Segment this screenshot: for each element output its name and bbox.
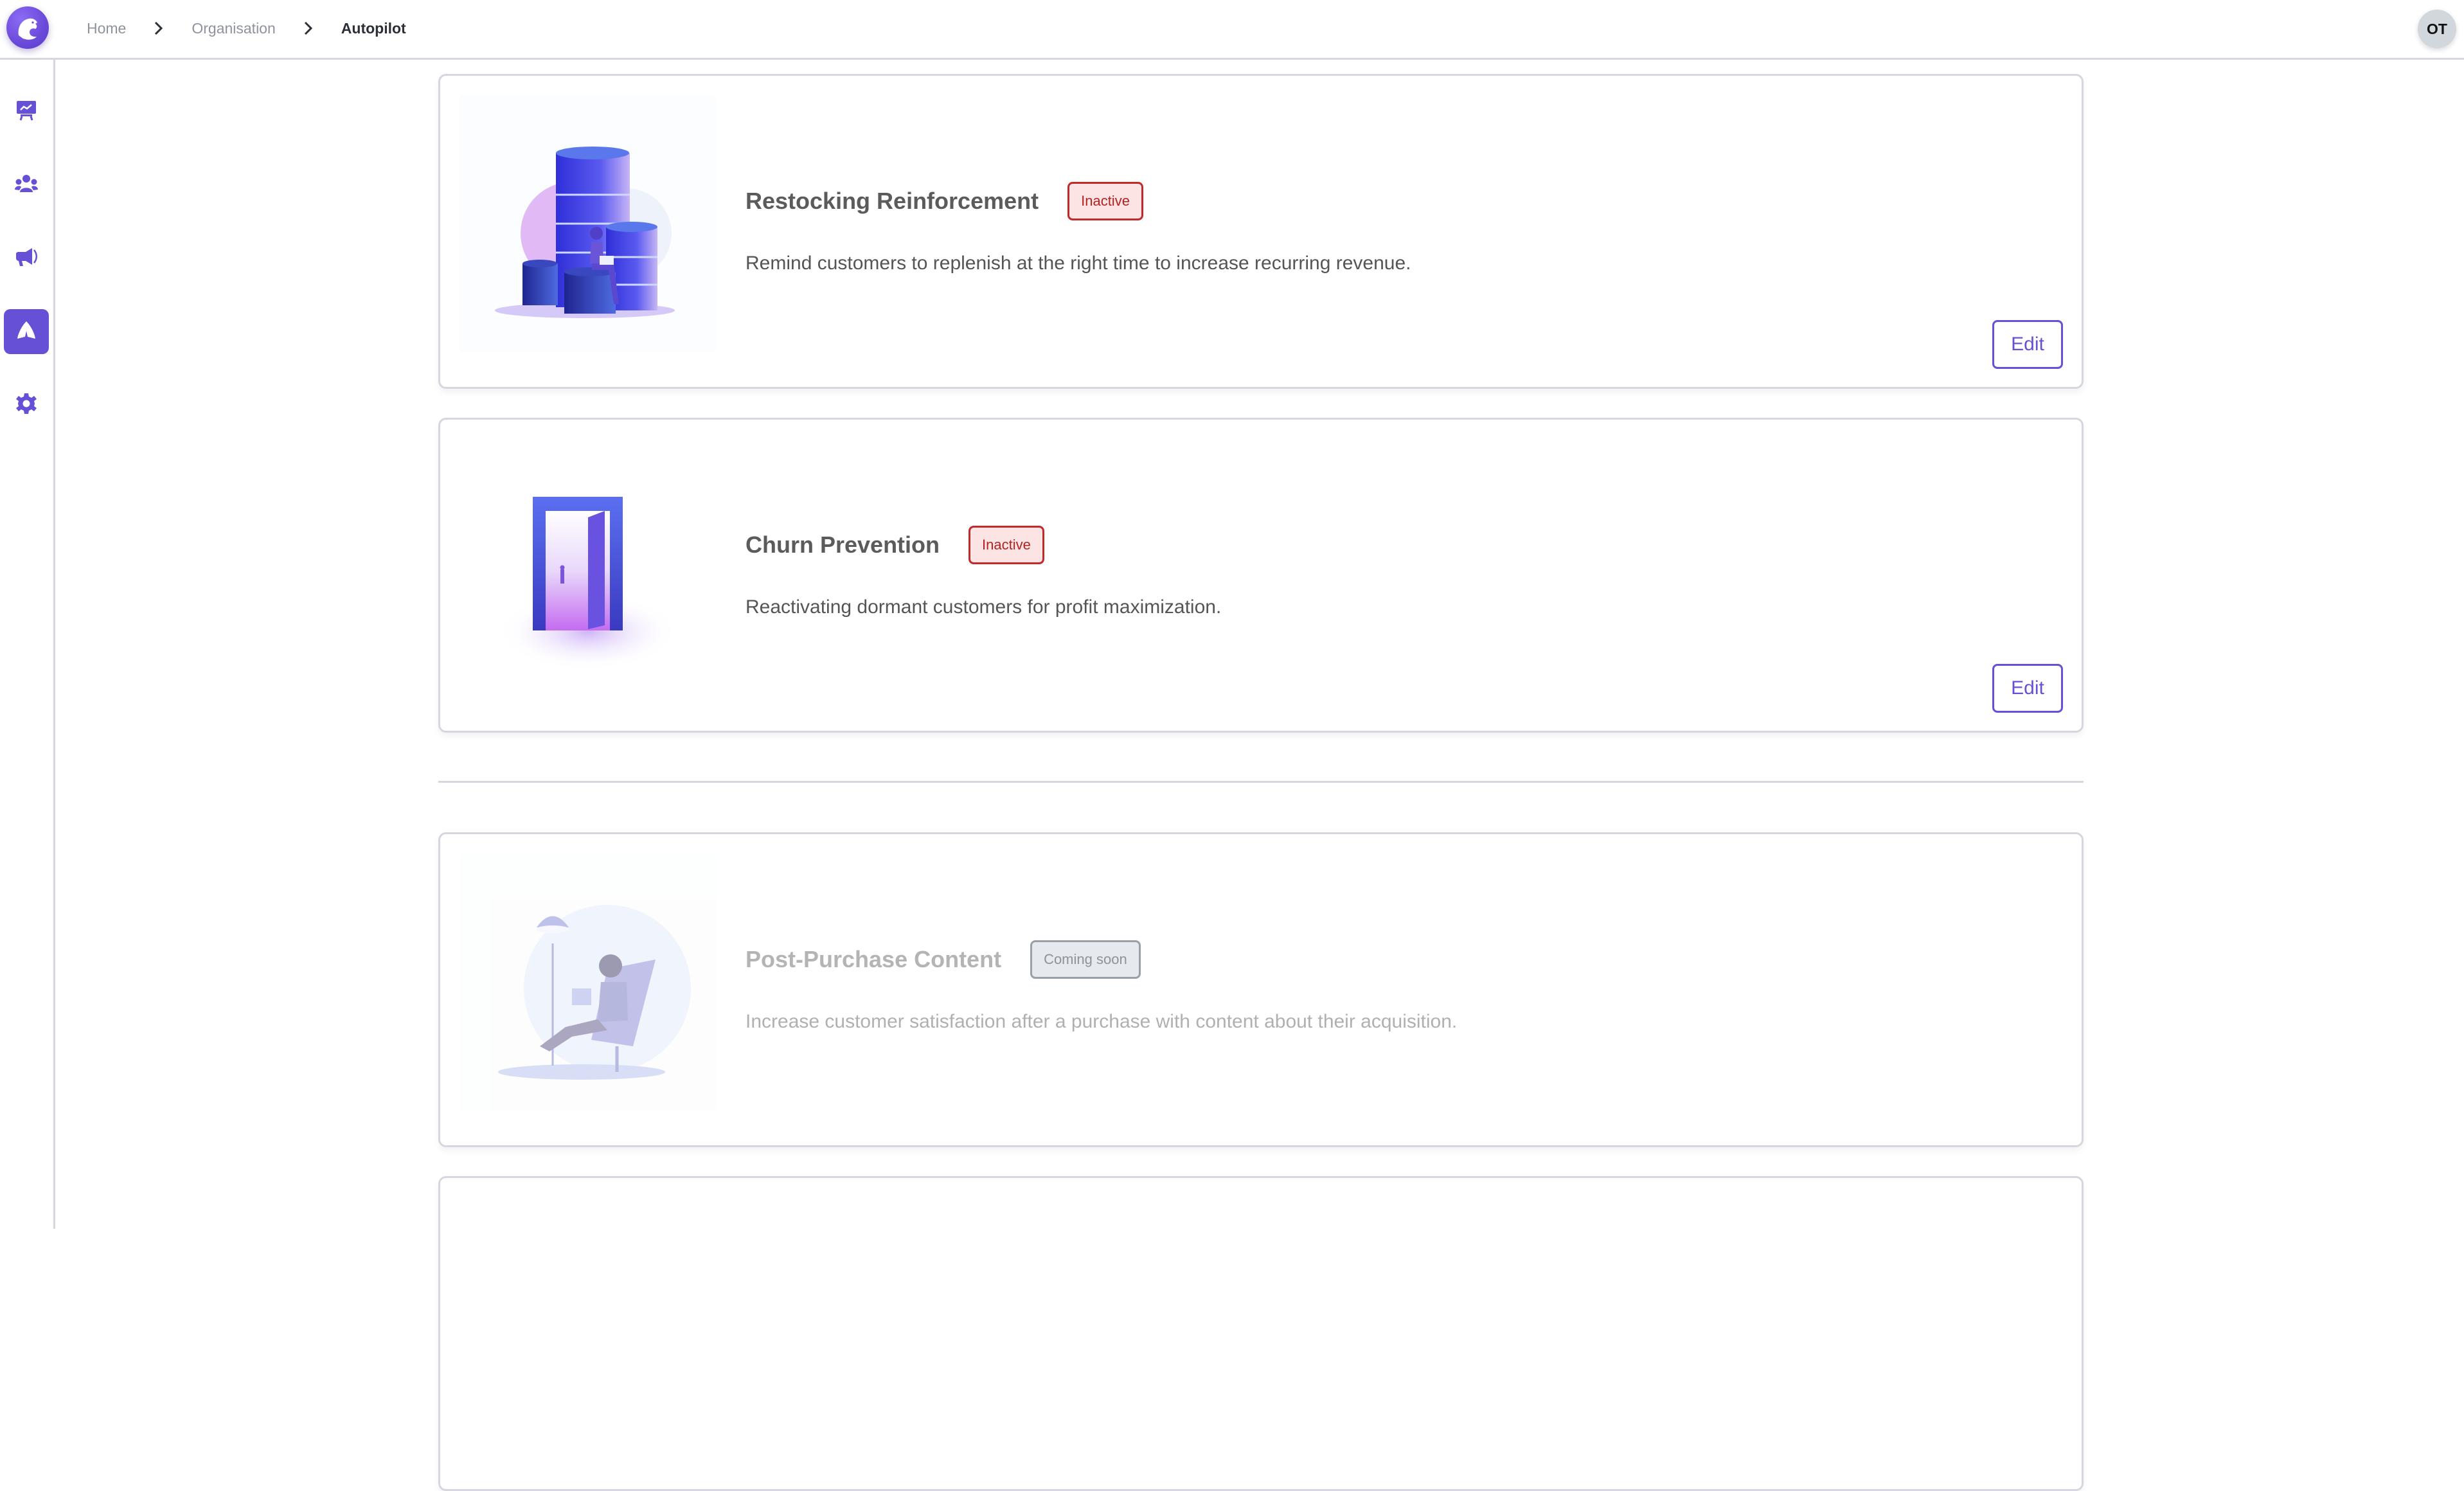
- sidebar-item-autopilot[interactable]: [4, 309, 49, 354]
- sidebar-item-customers[interactable]: [4, 163, 49, 208]
- edit-button[interactable]: Edit: [1992, 320, 2063, 369]
- top-bar: Home Organisation Autopilot OT: [0, 0, 2464, 60]
- reading-chair-illustration: [460, 853, 717, 1111]
- breadcrumb-organisation[interactable]: Organisation: [192, 20, 275, 37]
- autopilot-icon: [15, 319, 37, 344]
- status-badge: Inactive: [1067, 182, 1143, 220]
- chevron-right-icon: [301, 21, 316, 35]
- sidebar-item-campaigns[interactable]: [4, 236, 49, 281]
- card-title-row: Post-Purchase Content Coming soon: [745, 940, 1141, 979]
- autopilot-card-partial: [438, 1176, 2084, 1491]
- autopilot-card-restocking: Restocking Reinforcement Inactive Remind…: [438, 74, 2084, 389]
- gear-icon: [15, 392, 38, 418]
- databases-illustration: [460, 95, 717, 352]
- card-title-row: Churn Prevention Inactive: [745, 526, 1044, 564]
- breadcrumb-autopilot: Autopilot: [341, 19, 406, 37]
- breadcrumb: Home Organisation Autopilot: [87, 18, 406, 39]
- sidebar-item-settings[interactable]: [4, 382, 49, 427]
- users-group-icon: [14, 173, 39, 198]
- presentation-chart-icon: [15, 99, 38, 125]
- chevron-right-icon: [152, 21, 166, 35]
- card-title-row: Restocking Reinforcement Inactive: [745, 182, 1143, 220]
- eagle-logo-icon[interactable]: [6, 6, 49, 49]
- sidebar: [0, 60, 55, 1229]
- open-door-illustration: [460, 439, 717, 696]
- card-title: Restocking Reinforcement: [745, 188, 1039, 214]
- card-description: Remind customers to replenish at the rig…: [745, 253, 1411, 274]
- card-description: Increase customer satisfaction after a p…: [745, 1011, 1458, 1032]
- status-badge: Inactive: [969, 526, 1044, 564]
- status-badge: Coming soon: [1030, 940, 1141, 979]
- breadcrumb-home[interactable]: Home: [87, 20, 126, 37]
- card-title: Post-Purchase Content: [745, 946, 1002, 972]
- avatar[interactable]: OT: [2418, 10, 2456, 48]
- edit-button[interactable]: Edit: [1992, 664, 2063, 713]
- autopilot-card-churn: Churn Prevention Inactive Reactivating d…: [438, 418, 2084, 733]
- section-divider: [438, 781, 2084, 783]
- sidebar-item-dashboard[interactable]: [4, 89, 49, 134]
- megaphone-icon: [14, 246, 39, 271]
- card-title: Churn Prevention: [745, 531, 940, 558]
- card-description: Reactivating dormant customers for profi…: [745, 596, 1222, 618]
- autopilot-card-post-purchase: Post-Purchase Content Coming soon Increa…: [438, 832, 2084, 1147]
